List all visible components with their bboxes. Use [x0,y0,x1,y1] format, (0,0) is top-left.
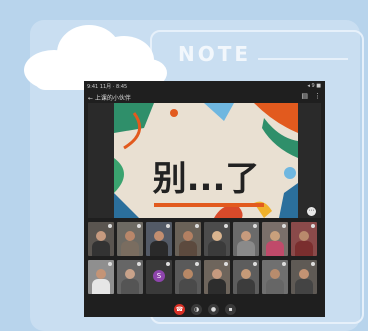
participant-face [183,269,193,279]
mic-status-icon [195,224,199,228]
status-bar: 9:41 11月 · 8:45 ◂ 9 ■ [84,81,325,91]
participant-face [212,269,222,279]
participant-face [96,231,106,241]
participant-body [237,279,255,294]
participant-face [125,231,135,241]
participant-face [96,269,106,279]
participant-body [92,279,110,294]
participant-body [179,279,197,294]
participant-tile[interactable] [175,222,201,256]
meeting-screen: 9:41 11月 · 8:45 ◂ 9 ■ ← 上课的小伙伴 ▤ ⋮ 别...了 [84,81,325,317]
participant-body [121,279,139,294]
mic-status-icon [166,224,170,228]
layout-icon[interactable]: ▤ [301,92,308,100]
participant-face [183,231,193,241]
mic-status-icon [224,262,228,266]
participant-face [241,269,251,279]
mic-status-icon [282,262,286,266]
mic-status-icon [224,224,228,228]
more-button[interactable]: ⋯ [307,207,316,216]
participant-tile[interactable] [291,260,317,294]
mic-status-icon [108,224,112,228]
mic-status-icon [137,224,141,228]
mic-status-icon [166,262,170,266]
note-underline [258,58,348,60]
participant-face [241,231,251,241]
participant-tile[interactable] [204,260,230,294]
participant-face [212,231,222,241]
participant-face [154,231,164,241]
participant-face [270,231,280,241]
camera-button[interactable]: ◑ [191,304,202,315]
participant-tile[interactable] [233,222,259,256]
participant-avatar: S [153,270,165,282]
participant-tile[interactable] [233,260,259,294]
participant-tile[interactable] [262,222,288,256]
participant-body [295,241,313,256]
mic-status-icon [311,224,315,228]
mic-status-icon [253,262,257,266]
participant-body [266,241,284,256]
status-time: 9:41 11月 · 8:45 [87,84,128,90]
mic-status-icon [282,224,286,228]
mic-button[interactable]: ● [208,304,219,315]
participant-face [299,231,309,241]
participant-face [125,269,135,279]
mic-status-icon [195,262,199,266]
participant-tile[interactable] [117,222,143,256]
participant-body [266,279,284,294]
participant-tile[interactable] [88,222,114,256]
participant-body [208,279,226,294]
mic-status-icon [253,224,257,228]
participant-body [150,241,168,256]
slide-heading: 别...了 [152,159,260,199]
participant-body [179,241,197,256]
participant-body [295,279,313,294]
status-indicators: ◂ 9 ■ [307,83,321,89]
note-label: NOTE [178,42,252,66]
mic-status-icon [108,262,112,266]
participant-tile[interactable]: S [146,260,172,294]
participant-tile[interactable] [88,260,114,294]
right-panel [298,103,321,218]
slide-underline [154,203,264,207]
mic-status-icon [137,262,141,266]
participant-body [237,241,255,256]
end-call-button[interactable]: ☎ [174,304,185,315]
mic-status-icon [311,262,315,266]
participant-body [208,241,226,256]
call-controls: ☎ ◑ ● ▪ [84,302,325,317]
participant-tile[interactable] [117,260,143,294]
participant-body [121,241,139,256]
participant-tile[interactable] [146,222,172,256]
participant-tile[interactable] [204,222,230,256]
more-options-icon[interactable]: ⋮ [314,92,321,100]
participant-body [92,241,110,256]
present-button[interactable]: ▪ [225,304,236,315]
meeting-title[interactable]: ← 上课的小伙伴 [88,93,131,102]
participant-tile[interactable] [175,260,201,294]
left-panel [88,103,114,218]
participant-tile[interactable] [262,260,288,294]
participant-face [299,269,309,279]
meeting-topbar: ← 上课的小伙伴 ▤ ⋮ [84,91,325,103]
presentation-slide: 别...了 [114,103,298,218]
participant-tile[interactable] [291,222,317,256]
participant-face [270,269,280,279]
